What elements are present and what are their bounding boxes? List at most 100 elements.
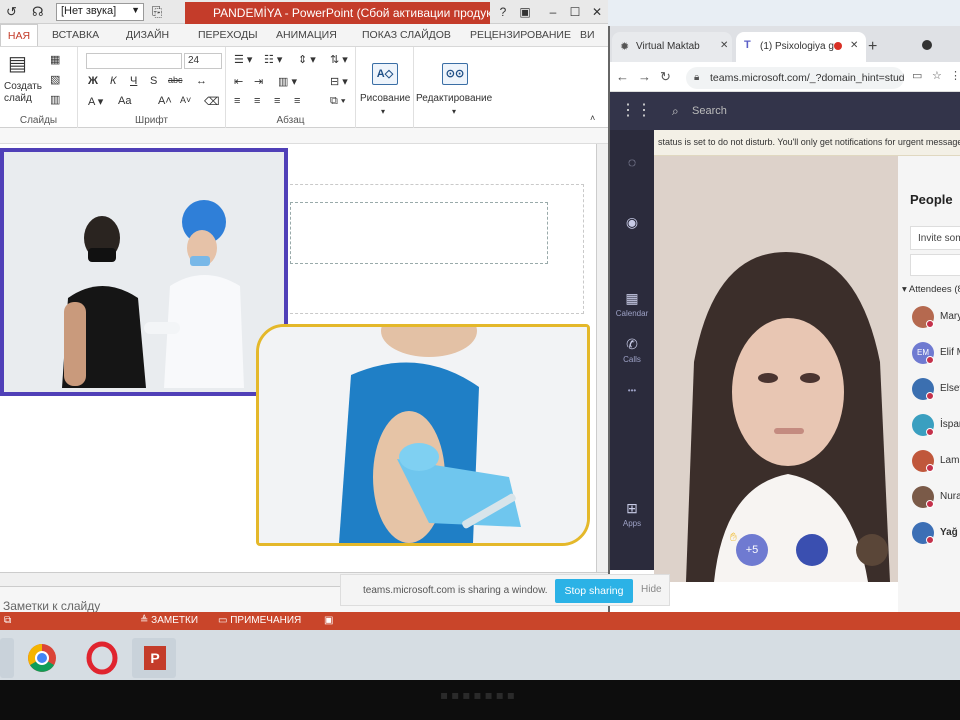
- app-launcher-icon[interactable]: ⋮⋮: [620, 100, 652, 120]
- editing-dropdown-icon[interactable]: ▾: [452, 107, 456, 116]
- clear-format-icon[interactable]: ⌫: [204, 95, 220, 108]
- drawing-dropdown-icon[interactable]: ▾: [381, 107, 385, 116]
- attendee-row[interactable]: Lama: [912, 450, 960, 476]
- audio-icon[interactable]: ☊: [32, 4, 44, 20]
- tab-slideshow[interactable]: ПОКАЗ СЛАЙДОВ: [362, 29, 451, 41]
- help-button[interactable]: ?: [494, 3, 512, 21]
- collapse-ribbon-icon[interactable]: ˄: [590, 113, 595, 123]
- ribbon-display-icon[interactable]: ▣: [516, 3, 534, 21]
- tab-virtual-maktab[interactable]: Virtual Maktab: [612, 32, 732, 62]
- bold-button[interactable]: Ж: [88, 75, 98, 87]
- clipboard-icon[interactable]: ⎘: [152, 4, 162, 20]
- browser-close-icon[interactable]: [922, 40, 932, 50]
- status-left-icon[interactable]: ⧉: [4, 615, 11, 626]
- align-text-icon[interactable]: ⊟ ▾: [330, 75, 348, 88]
- tab-insert[interactable]: ВСТАВКА: [52, 29, 99, 41]
- text-direction-icon[interactable]: ⇅ ▾: [330, 53, 348, 66]
- normal-view-icon[interactable]: ▣: [324, 615, 333, 626]
- invite-field[interactable]: [910, 254, 960, 276]
- line-spacing-icon[interactable]: ⇕ ▾: [298, 53, 316, 66]
- reload-icon[interactable]: ↻: [660, 69, 671, 85]
- maximize-icon[interactable]: ☐: [566, 3, 584, 21]
- minimize-icon[interactable]: –: [544, 3, 562, 21]
- attendee-row[interactable]: Mary: [912, 306, 960, 332]
- smartart-icon[interactable]: ⧉ ▾: [330, 95, 346, 108]
- overflow-participants[interactable]: +5: [736, 534, 768, 566]
- tab-design[interactable]: ДИЗАЙН: [126, 29, 169, 41]
- tab-transitions[interactable]: ПЕРЕХОДЫ: [198, 29, 258, 41]
- tab2-close-icon[interactable]: ✕: [850, 40, 858, 51]
- cast-icon[interactable]: ▭: [912, 69, 922, 82]
- find-binoculars-icon[interactable]: ⊙⊙: [442, 63, 468, 85]
- notes-toggle[interactable]: ≜ ЗАМЕТКИ: [140, 615, 198, 626]
- strikethrough-button[interactable]: abc: [168, 75, 183, 85]
- extensions-icon[interactable]: ⋮: [950, 69, 960, 82]
- stop-sharing-button[interactable]: Stop sharing: [555, 579, 633, 603]
- powerpoint-taskbar-button[interactable]: P: [132, 638, 176, 678]
- rail-activity[interactable]: ◌: [610, 154, 654, 172]
- lock-icon[interactable]: 🔒︎: [694, 72, 699, 83]
- rail-teams[interactable]: ◉: [610, 214, 654, 233]
- tab1-close-icon[interactable]: ✕: [720, 40, 728, 51]
- attendee-row[interactable]: EMElif M: [912, 342, 960, 368]
- change-case-button[interactable]: Aa: [118, 95, 131, 107]
- attendee-row[interactable]: İspar: [912, 414, 960, 440]
- bookmark-icon[interactable]: ☆: [932, 69, 942, 82]
- tab-teams[interactable]: (1) Psixologiya g: [736, 32, 866, 62]
- new-slide-icon[interactable]: ▤: [8, 51, 27, 76]
- italic-button[interactable]: К: [110, 75, 116, 87]
- reset-icon[interactable]: ▧: [50, 73, 60, 86]
- tab-view[interactable]: ВИ: [580, 29, 595, 41]
- create-slide-button[interactable]: Создать слайд: [4, 81, 48, 105]
- columns-icon[interactable]: ▥ ▾: [278, 75, 297, 88]
- forward-icon[interactable]: →: [638, 69, 651, 84]
- teams-search-box[interactable]: Search: [664, 101, 960, 123]
- rail-more[interactable]: •••: [610, 386, 654, 395]
- font-size-field[interactable]: 24: [184, 53, 222, 69]
- vaccination-image-2[interactable]: [256, 324, 590, 546]
- layout-icon[interactable]: ▦: [50, 53, 60, 66]
- opera-icon[interactable]: [80, 638, 124, 678]
- comments-toggle[interactable]: ▭ ПРИМЕЧАНИЯ: [218, 615, 301, 626]
- tab-home[interactable]: НАЯ: [0, 24, 38, 46]
- participant-video[interactable]: +5 ✋︎: [654, 156, 898, 582]
- align-center-icon[interactable]: ≡: [254, 95, 260, 107]
- attendees-header[interactable]: ▾ Attendees (8: [902, 284, 960, 295]
- sound-select[interactable]: [Нет звука] ▼: [56, 3, 144, 21]
- rail-calendar[interactable]: ▦ Calendar: [610, 290, 654, 318]
- drawing-button[interactable]: Рисование: [360, 93, 410, 104]
- font-color-icon[interactable]: A ▾: [88, 95, 103, 108]
- rail-apps[interactable]: ⊞ Apps: [610, 500, 654, 528]
- invite-input[interactable]: Invite som: [910, 226, 960, 250]
- hide-button[interactable]: Hide: [641, 584, 662, 595]
- back-icon[interactable]: ←: [616, 69, 629, 84]
- attendee-row[interactable]: Yağ: [912, 522, 960, 548]
- shadow-button[interactable]: S: [150, 75, 157, 87]
- font-name-field[interactable]: [86, 53, 182, 69]
- new-tab-icon[interactable]: +: [868, 38, 877, 56]
- align-right-icon[interactable]: ≡: [274, 95, 280, 107]
- tab-review[interactable]: РЕЦЕНЗИРОВАНИЕ: [470, 29, 571, 41]
- attendee-row[interactable]: Elsev: [912, 378, 960, 404]
- undo-icon[interactable]: ↺: [6, 4, 17, 20]
- rail-calls[interactable]: ✆ Calls: [610, 336, 654, 364]
- url-field[interactable]: teams.microsoft.com/_?domain_hint=stude.…: [686, 67, 904, 89]
- participant-avatar-2[interactable]: [856, 534, 888, 566]
- increase-indent-icon[interactable]: ⇥: [254, 75, 263, 88]
- justify-icon[interactable]: ≡: [294, 95, 300, 107]
- shrink-font-icon[interactable]: A˅: [180, 95, 191, 105]
- chrome-icon[interactable]: [20, 638, 64, 678]
- underline-button[interactable]: Ч: [130, 75, 137, 87]
- vertical-scrollbar[interactable]: [596, 144, 608, 572]
- close-icon[interactable]: ✕: [588, 3, 606, 21]
- participant-avatar-1[interactable]: [796, 534, 828, 566]
- vaccination-image-1[interactable]: [0, 148, 288, 396]
- decrease-indent-icon[interactable]: ⇤: [234, 75, 243, 88]
- tab-animation[interactable]: АНИМАЦИЯ: [276, 29, 337, 41]
- char-spacing-icon[interactable]: ↔: [196, 75, 207, 87]
- grow-font-icon[interactable]: A˄: [158, 95, 172, 107]
- section-icon[interactable]: ▥: [50, 93, 60, 106]
- attendee-row[interactable]: Nura: [912, 486, 960, 512]
- bullets-icon[interactable]: ☰ ▾: [234, 53, 252, 66]
- text-placeholder[interactable]: [290, 202, 548, 264]
